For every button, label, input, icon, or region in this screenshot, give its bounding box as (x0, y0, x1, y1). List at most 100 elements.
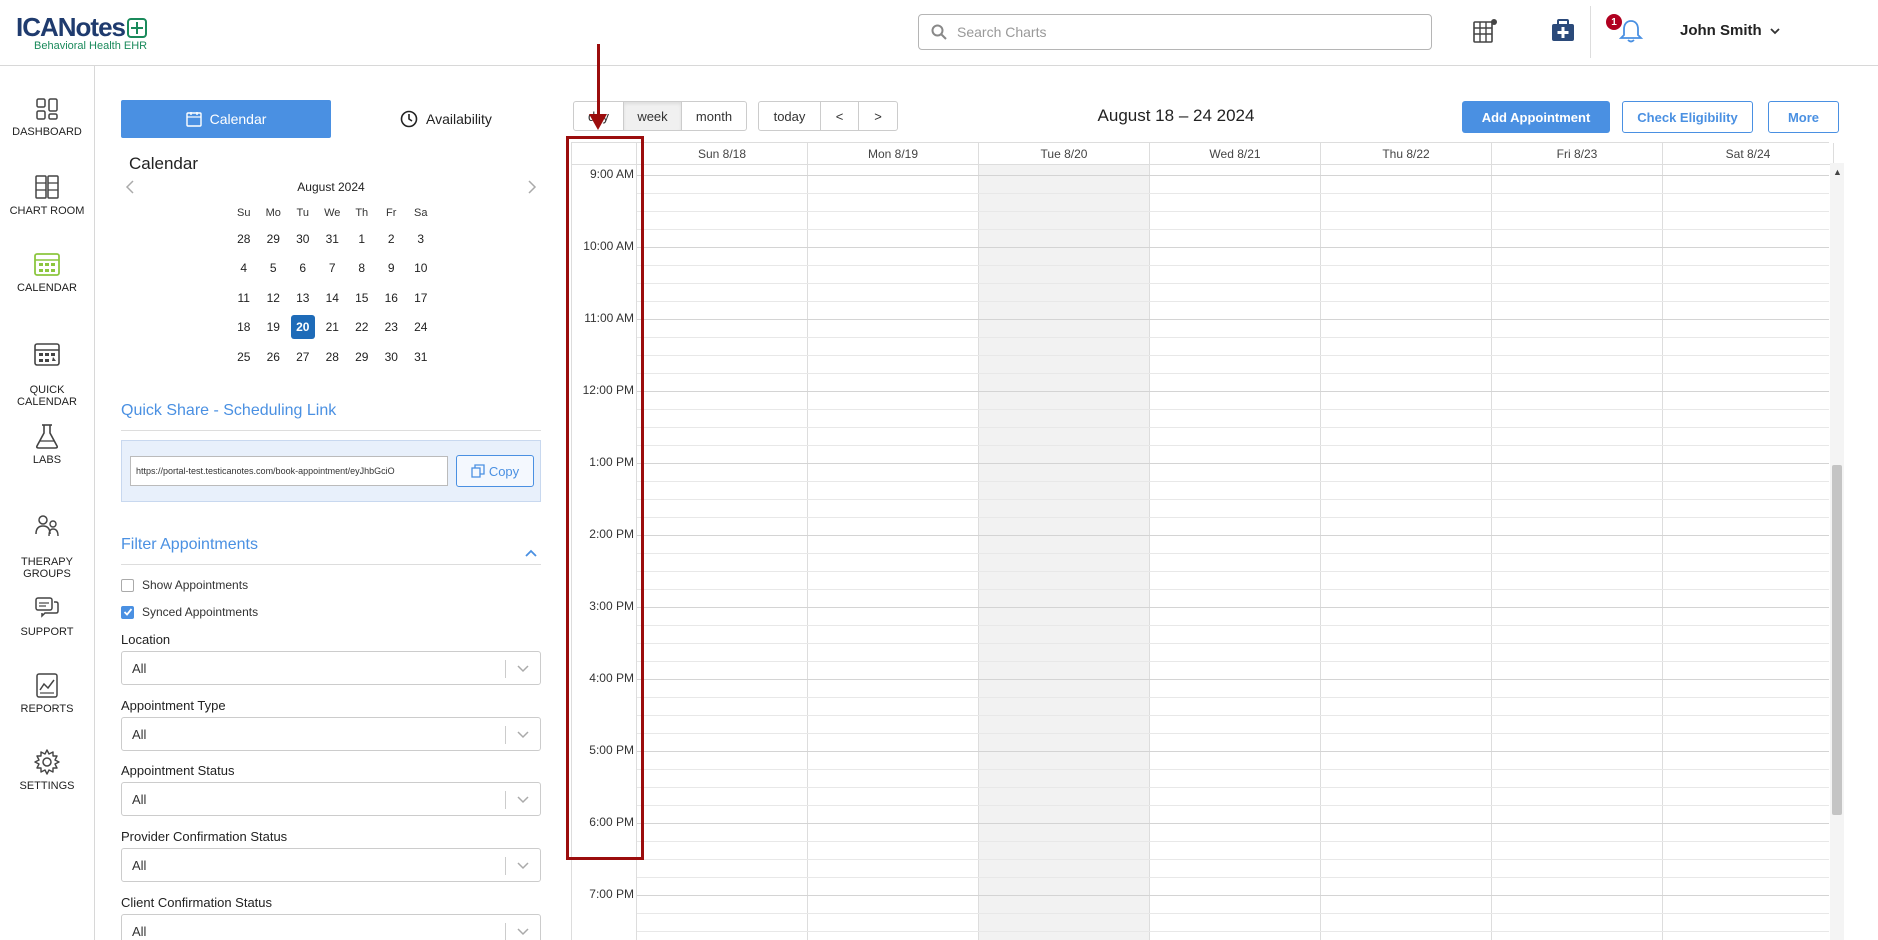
mini-cal-day[interactable]: 22 (347, 320, 377, 334)
mini-cal-day[interactable]: 11 (229, 291, 259, 305)
search-box[interactable] (918, 14, 1432, 50)
mini-cal-day[interactable]: 21 (318, 320, 348, 334)
mini-cal-day[interactable]: 3 (406, 232, 436, 246)
day-column-header[interactable]: Mon 8/19 (808, 143, 979, 165)
mini-cal-day[interactable]: 13 (288, 291, 318, 305)
more-button[interactable]: More (1768, 101, 1839, 133)
check-eligibility-button[interactable]: Check Eligibility (1622, 101, 1753, 133)
add-appointment-button[interactable]: Add Appointment (1462, 101, 1610, 133)
chevron-down-icon (517, 665, 529, 673)
view-month-button[interactable]: month (682, 102, 746, 130)
appointment-type-select[interactable]: All (121, 717, 541, 751)
mini-cal-day[interactable]: 8 (347, 261, 377, 275)
mini-cal-day[interactable]: 31 (406, 350, 436, 364)
mini-cal-day[interactable]: 19 (259, 320, 289, 334)
mini-cal-day[interactable]: 17 (406, 291, 436, 305)
appointment-status-select[interactable]: All (121, 782, 541, 816)
mini-cal-day[interactable]: 6 (288, 261, 318, 275)
mini-cal-day[interactable]: 12 (259, 291, 289, 305)
time-slot-line (637, 697, 1829, 698)
provider-confirmation-label: Provider Confirmation Status (121, 829, 288, 844)
show-appointments-checkbox[interactable]: Show Appointments (121, 578, 248, 592)
provider-confirmation-value: All (132, 857, 147, 873)
mini-cal-day[interactable]: 9 (377, 261, 407, 275)
mini-cal-day[interactable]: 4 (229, 261, 259, 275)
view-week-button[interactable]: week (624, 102, 682, 130)
filter-collapse-button[interactable] (525, 544, 537, 562)
mini-cal-day[interactable]: 29 (347, 350, 377, 364)
nav-support[interactable]: SUPPORT (0, 594, 94, 638)
mini-cal-day[interactable]: 29 (259, 232, 289, 246)
client-confirmation-select[interactable]: All (121, 914, 541, 940)
mini-cal-next-button[interactable] (527, 180, 537, 199)
mini-cal-day[interactable]: 25 (229, 350, 259, 364)
grid-scrollbar[interactable]: ▲ (1830, 163, 1844, 940)
scroll-up-arrow-icon[interactable]: ▲ (1833, 167, 1842, 177)
mini-cal-today[interactable]: 20 (290, 315, 315, 340)
mini-cal-day[interactable]: 18 (229, 320, 259, 334)
user-menu[interactable]: John Smith (1680, 22, 1780, 39)
time-slot-line (637, 679, 1829, 680)
next-week-button[interactable]: > (859, 102, 897, 130)
mini-cal-day[interactable]: 28 (318, 350, 348, 364)
copy-button[interactable]: Copy (456, 455, 534, 487)
checkbox-unchecked[interactable] (121, 578, 134, 592)
clock-icon (400, 110, 418, 128)
day-column-header[interactable]: Thu 8/22 (1321, 143, 1492, 165)
nav-calendar[interactable]: CALENDAR (0, 250, 94, 294)
location-value: All (132, 660, 147, 676)
nav-therapy-groups[interactable]: THERAPY GROUPS (0, 500, 94, 580)
mini-cal-day[interactable]: 26 (259, 350, 289, 364)
mini-cal-day[interactable]: 7 (318, 261, 348, 275)
mini-cal-day[interactable]: 23 (377, 320, 407, 334)
mini-cal-day[interactable]: 15 (347, 291, 377, 305)
nav-chart-room[interactable]: CHART ROOM (0, 173, 94, 217)
nav-settings[interactable]: SETTINGS (0, 748, 94, 792)
share-url-field[interactable]: https://portal-test.testicanotes.com/boo… (130, 456, 448, 486)
mini-cal-day[interactable]: 10 (406, 261, 436, 275)
day-column-header[interactable]: Sun 8/18 (637, 143, 808, 165)
app-logo[interactable]: ICANotes Behavioral Health EHR (16, 14, 147, 52)
nav-labs[interactable]: LABS (0, 422, 94, 466)
nav-label: QUICK CALENDAR (17, 384, 77, 408)
day-column-header[interactable]: Tue 8/20 (979, 143, 1150, 165)
provider-confirmation-select[interactable]: All (121, 848, 541, 882)
today-button[interactable]: today (759, 102, 821, 130)
checkmark-icon (123, 608, 132, 616)
calendar-tab-button[interactable]: Calendar (121, 100, 331, 138)
nav-quick-calendar[interactable]: QUICK CALENDAR (0, 328, 94, 408)
location-select[interactable]: All (121, 651, 541, 685)
mini-cal-day[interactable]: 16 (377, 291, 407, 305)
appointment-type-value: All (132, 726, 147, 742)
day-column-header[interactable]: Fri 8/23 (1492, 143, 1663, 165)
mini-cal-day[interactable]: 31 (318, 232, 348, 246)
mini-cal-weekdays: Su Mo Tu We Th Fr Sa (229, 202, 437, 224)
nav-reports[interactable]: REPORTS (0, 671, 94, 715)
availability-tab-button[interactable]: Availability (351, 100, 541, 138)
nav-dashboard[interactable]: DASHBOARD (0, 96, 94, 138)
day-column-header[interactable]: Sat 8/24 (1663, 143, 1834, 165)
checkbox-checked[interactable] (121, 605, 134, 619)
search-input[interactable] (957, 24, 1397, 40)
mini-cal-day[interactable]: 1 (347, 232, 377, 246)
scroll-thumb[interactable] (1832, 465, 1842, 815)
prev-week-button[interactable]: < (821, 102, 859, 130)
time-slot-line (637, 175, 1829, 176)
mini-cal-day[interactable]: 24 (406, 320, 436, 334)
mini-cal-day[interactable]: 14 (318, 291, 348, 305)
section-divider (121, 564, 541, 565)
time-slot-line (637, 931, 1829, 932)
time-slot-line (637, 661, 1829, 662)
mini-cal-day[interactable]: 30 (288, 232, 318, 246)
mini-cal-day[interactable]: 5 (259, 261, 289, 275)
time-column-highlight (566, 136, 644, 860)
logo-text: ICANotes (16, 12, 126, 42)
synced-appointments-checkbox[interactable]: Synced Appointments (121, 605, 258, 619)
mini-cal-day[interactable]: 2 (377, 232, 407, 246)
add-patient-button[interactable] (1548, 16, 1578, 46)
day-column-header[interactable]: Wed 8/21 (1150, 143, 1321, 165)
chart-grid-button[interactable] (1470, 16, 1500, 46)
mini-cal-day[interactable]: 28 (229, 232, 259, 246)
mini-cal-day[interactable]: 30 (377, 350, 407, 364)
mini-cal-day[interactable]: 27 (288, 350, 318, 364)
